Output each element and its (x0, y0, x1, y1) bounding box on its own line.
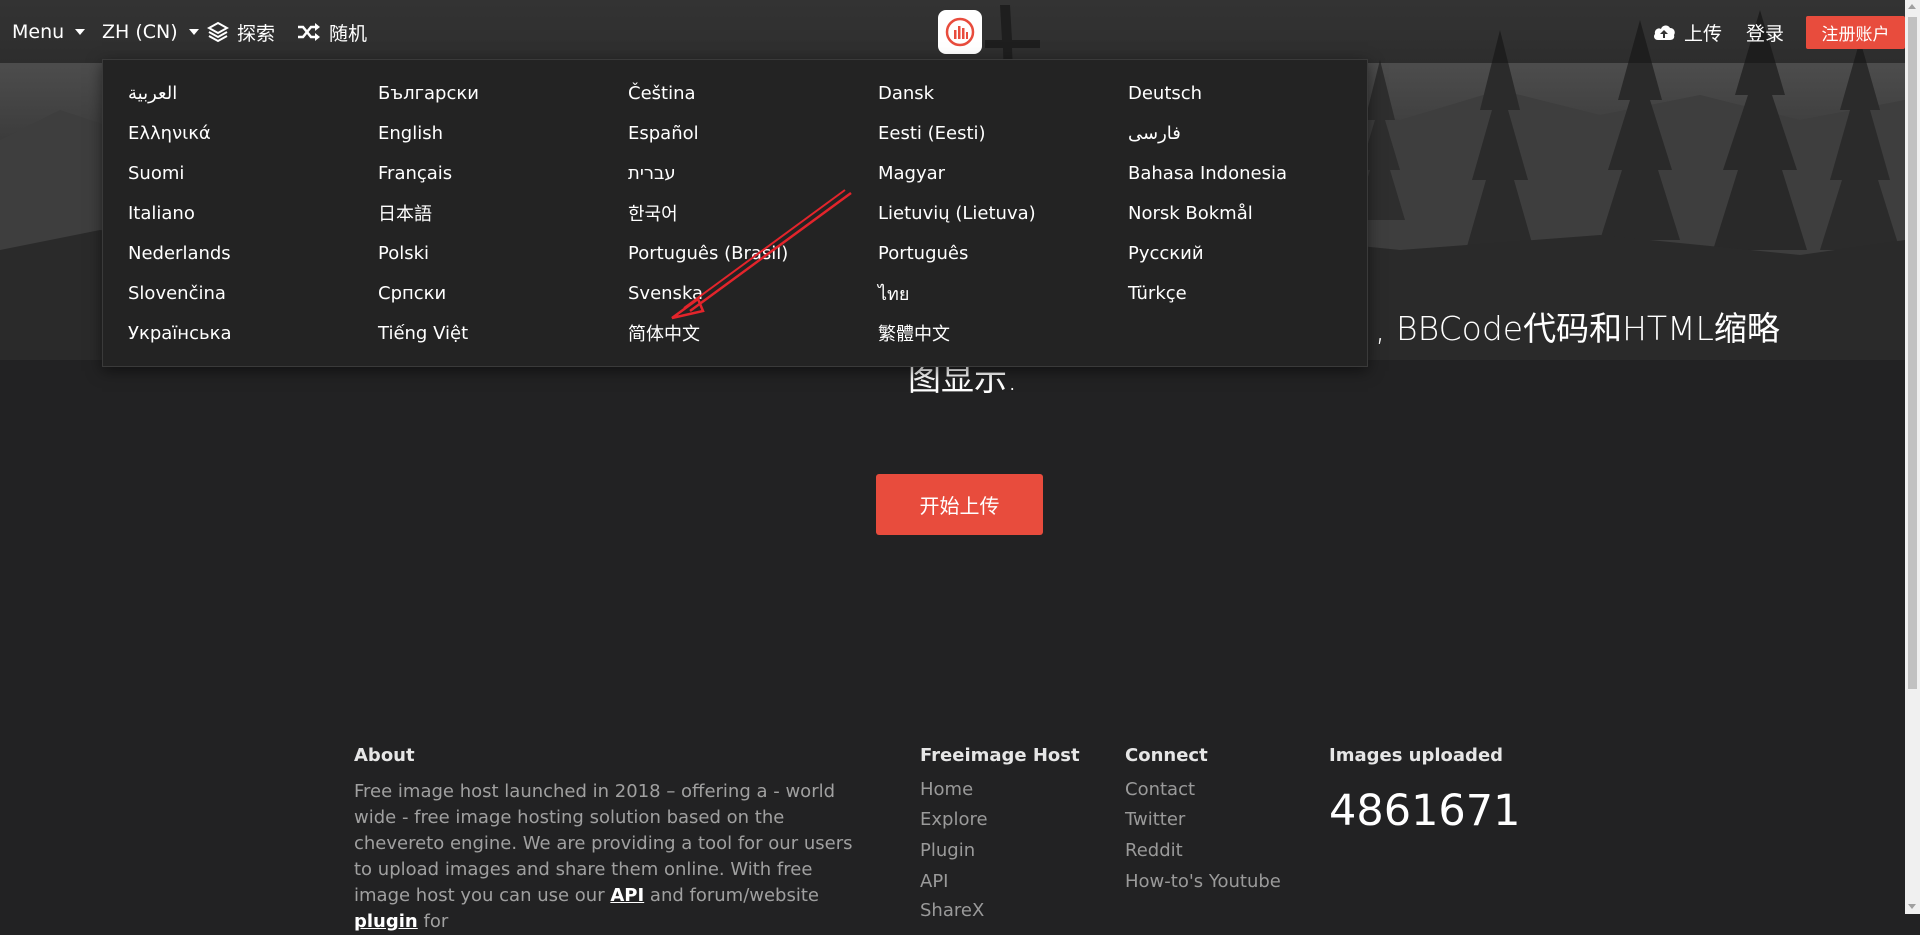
language-option[interactable]: Dansk (878, 73, 1128, 113)
footer-link-youtube[interactable]: How-to's Youtube (1125, 871, 1281, 892)
language-option[interactable]: Eesti (Eesti) (878, 113, 1128, 153)
footer-about-text: Free image host launched in 2018 – offer… (354, 779, 864, 935)
caret-down-icon (75, 29, 86, 35)
language-option[interactable]: Српски (378, 273, 628, 313)
scroll-down-icon[interactable] (1908, 904, 1916, 909)
language-option[interactable]: Deutsch (1128, 73, 1378, 113)
site-logo[interactable] (938, 10, 982, 54)
language-option[interactable]: Polski (378, 233, 628, 273)
about-for-text: for (423, 911, 449, 932)
language-option[interactable]: Français (378, 153, 628, 193)
hero-description-line1: , BBCode代码和HTML缩略 (1375, 309, 1780, 348)
cloud-upload-icon (1654, 25, 1675, 40)
language-option[interactable]: Türkçe (1128, 273, 1378, 313)
footer-link-sharex[interactable]: ShareX (920, 900, 984, 921)
explore-label: 探索 (237, 22, 276, 45)
footer-images-title: Images uploaded (1329, 745, 1504, 766)
language-option[interactable]: Български (378, 73, 628, 113)
footer-link-api[interactable]: API (920, 871, 948, 892)
language-menu: العربية Български Čeština Dansk Deutsch … (102, 59, 1368, 367)
language-option-selected[interactable]: 简体中文 (628, 313, 878, 353)
scroll-up-icon[interactable] (1908, 4, 1916, 9)
language-option[interactable]: Suomi (128, 153, 378, 193)
language-option[interactable]: Português (878, 233, 1128, 273)
footer-link-reddit[interactable]: Reddit (1125, 840, 1183, 861)
signup-button[interactable]: 注册账户 (1806, 16, 1905, 49)
menu-dropdown[interactable]: Menu (12, 18, 86, 46)
language-option[interactable]: English (378, 113, 628, 153)
shuffle-icon (298, 23, 320, 41)
language-option[interactable]: Čeština (628, 73, 878, 113)
random-link[interactable]: 随机 (297, 18, 367, 46)
layers-icon (207, 21, 229, 43)
language-option[interactable]: Nederlands (128, 233, 378, 273)
login-link[interactable]: 登录 (1746, 18, 1784, 46)
scrollbar-thumb[interactable] (1908, 17, 1917, 689)
upload-label: 上传 (1684, 22, 1723, 45)
language-dropdown[interactable]: ZH (CN) (102, 18, 199, 46)
menu-label: Menu (12, 21, 65, 43)
language-option[interactable]: Italiano (128, 193, 378, 233)
logo-icon (945, 17, 975, 47)
images-count: 4861671 (1329, 786, 1521, 836)
login-label: 登录 (1746, 22, 1785, 45)
top-navbar: Menu ZH (CN) 探索 随机 上传 登录 注册账户 (0, 0, 1905, 63)
language-option[interactable]: 繁體中文 (878, 313, 1128, 353)
footer-link-twitter[interactable]: Twitter (1125, 809, 1185, 830)
language-list: العربية Български Čeština Dansk Deutsch … (128, 73, 1378, 353)
footer-host-title: Freeimage Host (920, 745, 1080, 766)
language-option[interactable]: ไทย (878, 273, 1128, 313)
about-and-text: and forum/website (649, 885, 819, 906)
language-option[interactable]: Svenska (628, 273, 878, 313)
api-link[interactable]: API (610, 885, 644, 906)
explore-link[interactable]: 探索 (207, 18, 275, 46)
footer-link-home[interactable]: Home (920, 779, 973, 800)
language-option[interactable]: Magyar (878, 153, 1128, 193)
language-option[interactable]: Українська (128, 313, 378, 353)
caret-down-icon (188, 29, 199, 35)
language-option[interactable]: فارسی (1128, 113, 1378, 153)
random-label: 随机 (329, 22, 368, 45)
language-option[interactable]: עברית (628, 153, 878, 193)
footer-link-plugin[interactable]: Plugin (920, 840, 975, 861)
footer-link-contact[interactable]: Contact (1125, 779, 1195, 800)
language-label: ZH (CN) (102, 21, 178, 43)
upload-link[interactable]: 上传 (1652, 18, 1722, 46)
language-option[interactable]: Português (Brasil) (628, 233, 878, 273)
footer-link-explore[interactable]: Explore (920, 809, 988, 830)
language-option[interactable]: Русский (1128, 233, 1378, 273)
language-option[interactable]: 日本語 (378, 193, 628, 233)
language-option[interactable]: العربية (128, 73, 378, 113)
language-option[interactable]: 한국어 (628, 193, 878, 233)
footer-connect-title: Connect (1125, 745, 1208, 766)
plugin-link[interactable]: plugin (354, 911, 418, 932)
footer-about-title: About (354, 745, 415, 766)
language-option[interactable]: Tiếng Việt (378, 313, 628, 353)
vertical-scrollbar[interactable] (1905, 0, 1920, 914)
language-option[interactable]: Ελληνικά (128, 113, 378, 153)
language-option[interactable]: Lietuvių (Lietuva) (878, 193, 1128, 233)
language-option[interactable]: Bahasa Indonesia (1128, 153, 1378, 193)
language-option[interactable]: Slovenčina (128, 273, 378, 313)
language-option[interactable]: Norsk Bokmål (1128, 193, 1378, 233)
start-upload-button[interactable]: 开始上传 (876, 474, 1043, 535)
language-option[interactable]: Español (628, 113, 878, 153)
